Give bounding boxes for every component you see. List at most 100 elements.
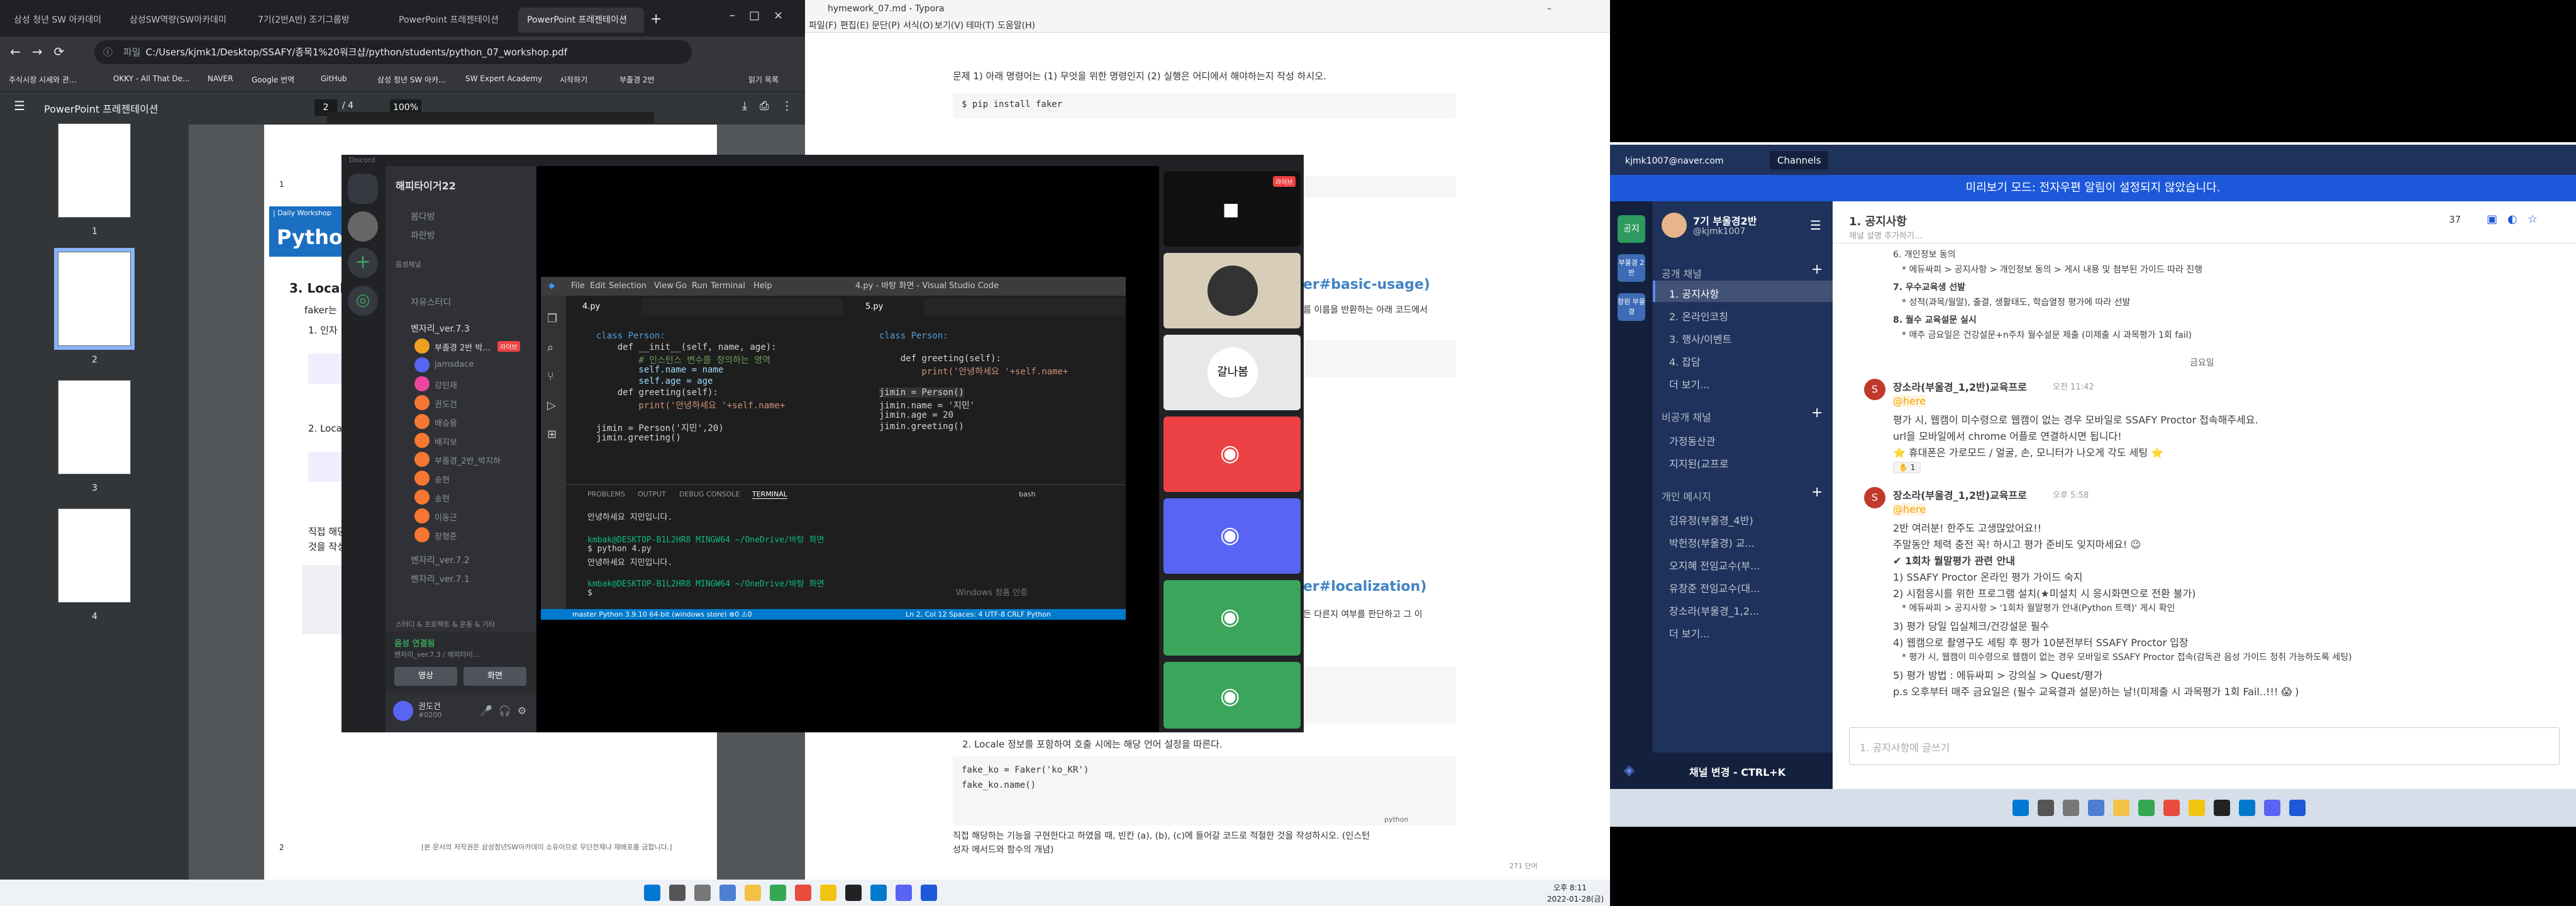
bookmark[interactable]: 읽기 목록 [748, 74, 779, 85]
channel-item[interactable]: 지지된(교프로 [1669, 456, 1729, 471]
thumbnail-page-2[interactable] [54, 248, 135, 350]
member-name[interactable]: 부졸경_2반_박지하 [435, 454, 501, 466]
editor-right[interactable]: class Person: def greeting(self): print(… [849, 322, 1126, 467]
discord-home-icon[interactable] [348, 174, 378, 204]
discord-icon[interactable] [2264, 800, 2280, 816]
office-icon[interactable] [2163, 800, 2180, 816]
video-button[interactable]: 영상 [394, 667, 457, 686]
code-block[interactable]: fake_ko = Faker('ko_KR') fake_ko.name() … [953, 756, 1456, 825]
chrome-icon[interactable] [770, 885, 786, 901]
tab-3[interactable]: 7기(2반A반) 조기그룹방 [249, 8, 387, 33]
message-time[interactable]: 오전 11:42 [2053, 380, 2094, 392]
bookmark[interactable]: 부졸경 2반 [619, 74, 655, 85]
address-bar[interactable]: ⓘ 파일 C:/Users/kjmk1/Desktop/SSAFY/종목1%20워… [94, 40, 692, 64]
member-name[interactable]: 강민재 [435, 379, 457, 391]
chrome-icon[interactable] [2138, 800, 2155, 816]
member-name[interactable]: 장형준 [435, 530, 457, 542]
explorer-icon[interactable] [745, 885, 761, 901]
app-icon[interactable] [2189, 800, 2205, 816]
code-lang[interactable]: python [1384, 815, 1408, 824]
bookmark[interactable]: 삼성 청년 SW 아카... [377, 74, 446, 85]
clock-date[interactable]: 2022-01-28(금) [1547, 893, 1604, 904]
thumbnail-page-4[interactable] [58, 508, 131, 603]
explorer-icon[interactable] [2113, 800, 2129, 816]
voice-channel[interactable]: 벤자리_ver.7.3 [411, 322, 470, 335]
channel-title[interactable]: 1. 공지사항 [1849, 213, 1907, 229]
mention[interactable]: @here [1893, 395, 1926, 407]
widgets-icon[interactable] [719, 885, 736, 901]
message-author[interactable]: 장소라(부울경_1,2반)교육프로 [1893, 487, 2027, 502]
member-name[interactable]: 배승용 [435, 417, 457, 428]
widgets-icon[interactable] [2088, 800, 2104, 816]
member-name[interactable]: 권도건 [435, 398, 457, 410]
channel-item[interactable]: 파란방 [411, 229, 435, 242]
menu-item[interactable]: Edit [590, 277, 606, 296]
menu-format[interactable]: 서식(O) [903, 19, 933, 31]
category-label[interactable]: 스터디 & 프로젝트 & 운동 & 기타 [396, 619, 495, 629]
channel-item[interactable]: 1. 공지사항 [1669, 286, 1719, 301]
menu-item[interactable]: Help [753, 277, 772, 296]
menu-view[interactable]: 보기(V) [935, 19, 963, 31]
participant-tile[interactable]: 갈나봄 [1163, 335, 1301, 410]
dm-item[interactable]: 박헌정(부울경) 교... [1669, 535, 1755, 550]
bookmark[interactable]: OKKY - All That De... [113, 74, 190, 83]
taskview-icon[interactable] [694, 885, 711, 901]
participant-tile[interactable]: ◉ [1163, 662, 1301, 729]
member-count[interactable]: 37 [2449, 214, 2461, 225]
new-tab-icon[interactable]: + [650, 11, 662, 27]
menu-file[interactable]: 파일(F) [809, 19, 837, 31]
screen-button[interactable]: 화면 [464, 667, 526, 686]
word-count[interactable]: 271 단어 [1509, 861, 1538, 871]
participant-tile[interactable]: ◉ [1163, 580, 1301, 656]
switch-channel-button[interactable]: 채널 변경 - CTRL+K [1689, 764, 1785, 779]
add-dm-icon[interactable]: + [1811, 484, 1823, 500]
participant-tile[interactable]: ◉ [1163, 417, 1301, 492]
participant-tile[interactable]: ◉ [1163, 498, 1301, 574]
menu-theme[interactable]: 테마(T) [966, 19, 994, 31]
member-name[interactable]: 배지보 [435, 435, 457, 447]
status-left[interactable]: master Python 3.9.10 64-bit (windows sto… [572, 610, 752, 618]
menu-icon[interactable]: ☰ [14, 98, 25, 113]
dm-item[interactable]: 유창준 전임교수(대... [1669, 580, 1760, 595]
shell-select[interactable]: bash [1019, 490, 1035, 498]
bookmark[interactable]: Google 번역 [252, 74, 294, 85]
dm-item[interactable]: 오지혜 전임교수(부... [1669, 557, 1760, 573]
menu-item[interactable]: Run [692, 277, 708, 296]
typora-icon[interactable] [845, 885, 862, 901]
app-icon[interactable] [820, 885, 836, 901]
office-icon[interactable] [795, 885, 811, 901]
server-name[interactable]: 해피타이거22 [396, 177, 456, 193]
member-name[interactable]: 부졸경 2반 박... [435, 341, 491, 353]
typora-icon[interactable] [2214, 800, 2230, 816]
team-badge[interactable]: 창원 부울경 [1618, 293, 1645, 321]
start-icon[interactable] [644, 885, 660, 901]
tab-2[interactable]: 삼성SW역량(SW아카데미 [121, 8, 247, 33]
status-right[interactable]: Ln 2, Col 12 Spaces: 4 UTF-8 CRLF Python [906, 609, 1051, 620]
menu-help[interactable]: 도움말(H) [997, 19, 1035, 31]
bookmark[interactable]: SW Expert Academy [465, 74, 542, 83]
doc-link[interactable]: er#basic-usage) [1303, 277, 1430, 293]
tab-5py[interactable]: 5.py [849, 298, 924, 316]
team-badge[interactable]: 공지 [1618, 215, 1645, 243]
thumbnail-page-3[interactable] [58, 380, 131, 474]
taskview-icon[interactable] [2063, 800, 2079, 816]
channel-item[interactable]: 자유스터디 [411, 296, 451, 308]
menu-edit[interactable]: 편집(E) [840, 19, 869, 31]
stream-tile[interactable]: 라이브 ■ [1163, 171, 1301, 247]
panel-tab[interactable]: OUTPUT [638, 490, 666, 498]
search-icon[interactable] [2038, 800, 2054, 816]
team-name[interactable]: 7기 부울경2반 [1693, 213, 1757, 228]
menu-item[interactable]: File [571, 277, 585, 296]
author-avatar[interactable]: S [1864, 487, 1885, 508]
tab-5-active[interactable]: PowerPoint 프레젠테이션 [518, 8, 644, 33]
user-avatar[interactable] [393, 701, 413, 721]
add-channel-icon[interactable]: + [1811, 262, 1823, 277]
channel-description[interactable]: 채널 설명 추가하기... [1849, 229, 1922, 241]
voice-channel[interactable]: 벤자리_ver.7.1 [411, 573, 470, 585]
channel-item[interactable]: 4. 잡담 [1669, 354, 1701, 369]
tab-1[interactable]: 삼성 청년 SW 아카데미 [5, 8, 118, 33]
code-block[interactable]: $ pip install faker [953, 93, 1456, 118]
terminal-line[interactable]: $ [587, 588, 597, 598]
participant-tile[interactable] [1163, 253, 1301, 328]
user-avatar[interactable] [1662, 213, 1687, 238]
